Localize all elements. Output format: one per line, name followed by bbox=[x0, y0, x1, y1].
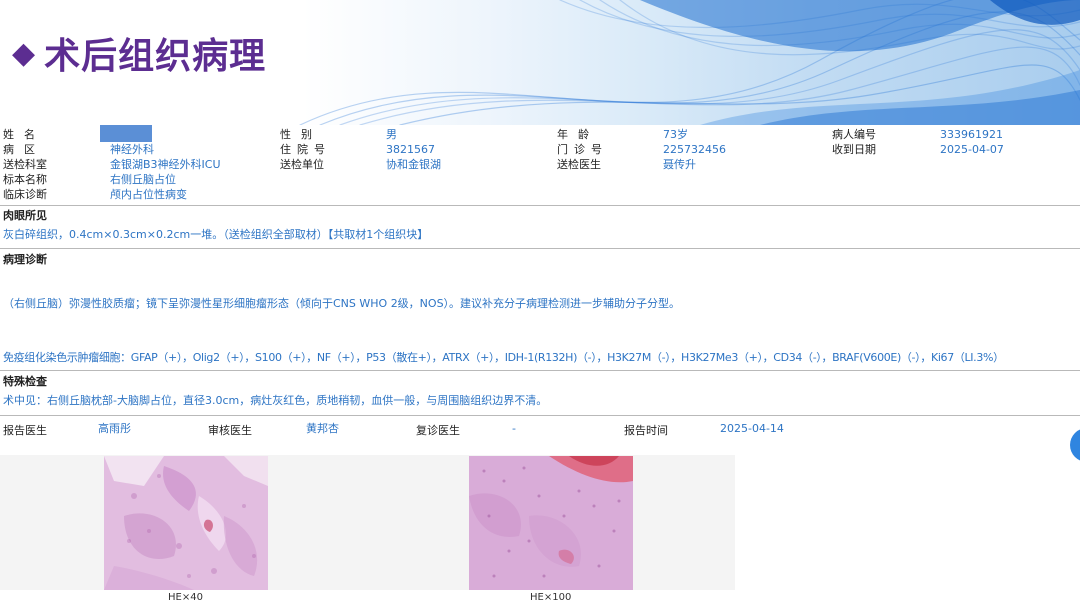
page-title: ◆ 术后组织病理 bbox=[12, 30, 267, 78]
name-redaction bbox=[100, 125, 152, 142]
clinical-label: 临床诊断 bbox=[3, 188, 47, 201]
admission-label: 住院号 bbox=[280, 143, 331, 156]
unit-label: 送检单位 bbox=[280, 158, 324, 171]
patient-id-value: 333961921 bbox=[940, 128, 1003, 141]
histology-image-he40[interactable] bbox=[104, 456, 268, 590]
doctor-value: 聂传升 bbox=[663, 158, 696, 171]
name-label: 姓名 bbox=[3, 128, 45, 141]
received-label: 收到日期 bbox=[832, 143, 876, 156]
received-value: 2025-04-07 bbox=[940, 143, 1004, 156]
age-value: 73岁 bbox=[663, 128, 688, 141]
image-caption-he40: HE×40 bbox=[168, 592, 203, 603]
dept-value: 金银湖B3神经外科ICU bbox=[110, 158, 221, 171]
diamond-bullet-icon: ◆ bbox=[12, 35, 37, 71]
report-time-label: 报告时间 bbox=[624, 424, 668, 437]
gender-label: 性别 bbox=[280, 128, 322, 141]
ward-value: 神经外科 bbox=[110, 143, 154, 156]
histology-image-he100[interactable] bbox=[469, 456, 633, 590]
admission-value: 3821567 bbox=[386, 143, 435, 156]
dept-label: 送检科室 bbox=[3, 158, 47, 171]
outpatient-label: 门诊号 bbox=[557, 143, 608, 156]
page-title-text: 术后组织病理 bbox=[44, 36, 267, 77]
report-doctor-value: 高雨彤 bbox=[98, 422, 131, 435]
gross-text: 灰白碎组织，0.4cm×0.3cm×0.2cm一堆。（送检组织全部取材）【共取材… bbox=[3, 228, 429, 241]
floating-side-button[interactable] bbox=[1070, 428, 1080, 462]
recheck-doctor-label: 复诊医生 bbox=[416, 424, 460, 437]
specimen-value: 右侧丘脑占位 bbox=[110, 173, 176, 186]
divider bbox=[0, 248, 1080, 249]
report-time-value: 2025-04-14 bbox=[720, 422, 784, 435]
gender-value: 男 bbox=[386, 128, 397, 141]
specimen-label: 标本名称 bbox=[3, 173, 47, 186]
image-caption-he100: HE×100 bbox=[530, 592, 572, 603]
special-heading: 特殊检查 bbox=[3, 375, 47, 388]
divider bbox=[0, 370, 1080, 371]
diagnosis-text: （右侧丘脑）弥漫性胶质瘤；镜下呈弥漫性星形细胞瘤形态（倾向于CNS WHO 2级… bbox=[3, 297, 681, 310]
patient-id-label: 病人编号 bbox=[832, 128, 876, 141]
review-doctor-value: 黄邦杏 bbox=[306, 422, 339, 435]
divider bbox=[0, 205, 1080, 206]
age-label: 年龄 bbox=[557, 128, 599, 141]
outpatient-value: 225732456 bbox=[663, 143, 726, 156]
clinical-value: 颅内占位性病变 bbox=[110, 188, 187, 201]
diagnosis-heading: 病理诊断 bbox=[3, 253, 47, 266]
divider bbox=[0, 415, 1080, 416]
unit-value: 协和金银湖 bbox=[386, 158, 441, 171]
recheck-doctor-value: - bbox=[512, 422, 516, 435]
header-banner: ◆ 术后组织病理 bbox=[0, 0, 1080, 125]
gross-heading: 肉眼所见 bbox=[3, 209, 47, 222]
review-doctor-label: 审核医生 bbox=[208, 424, 252, 437]
ihc-text: 免疫组化染色示肿瘤细胞：GFAP（+），Olig2（+），S100（+），NF（… bbox=[3, 351, 1004, 364]
special-text: 术中见：右侧丘脑枕部-大脑脚占位，直径3.0cm，病灶灰红色，质地稍韧，血供一般… bbox=[3, 394, 548, 407]
report-doctor-label: 报告医生 bbox=[3, 424, 47, 437]
ward-label: 病区 bbox=[3, 143, 45, 156]
doctor-label: 送检医生 bbox=[557, 158, 601, 171]
